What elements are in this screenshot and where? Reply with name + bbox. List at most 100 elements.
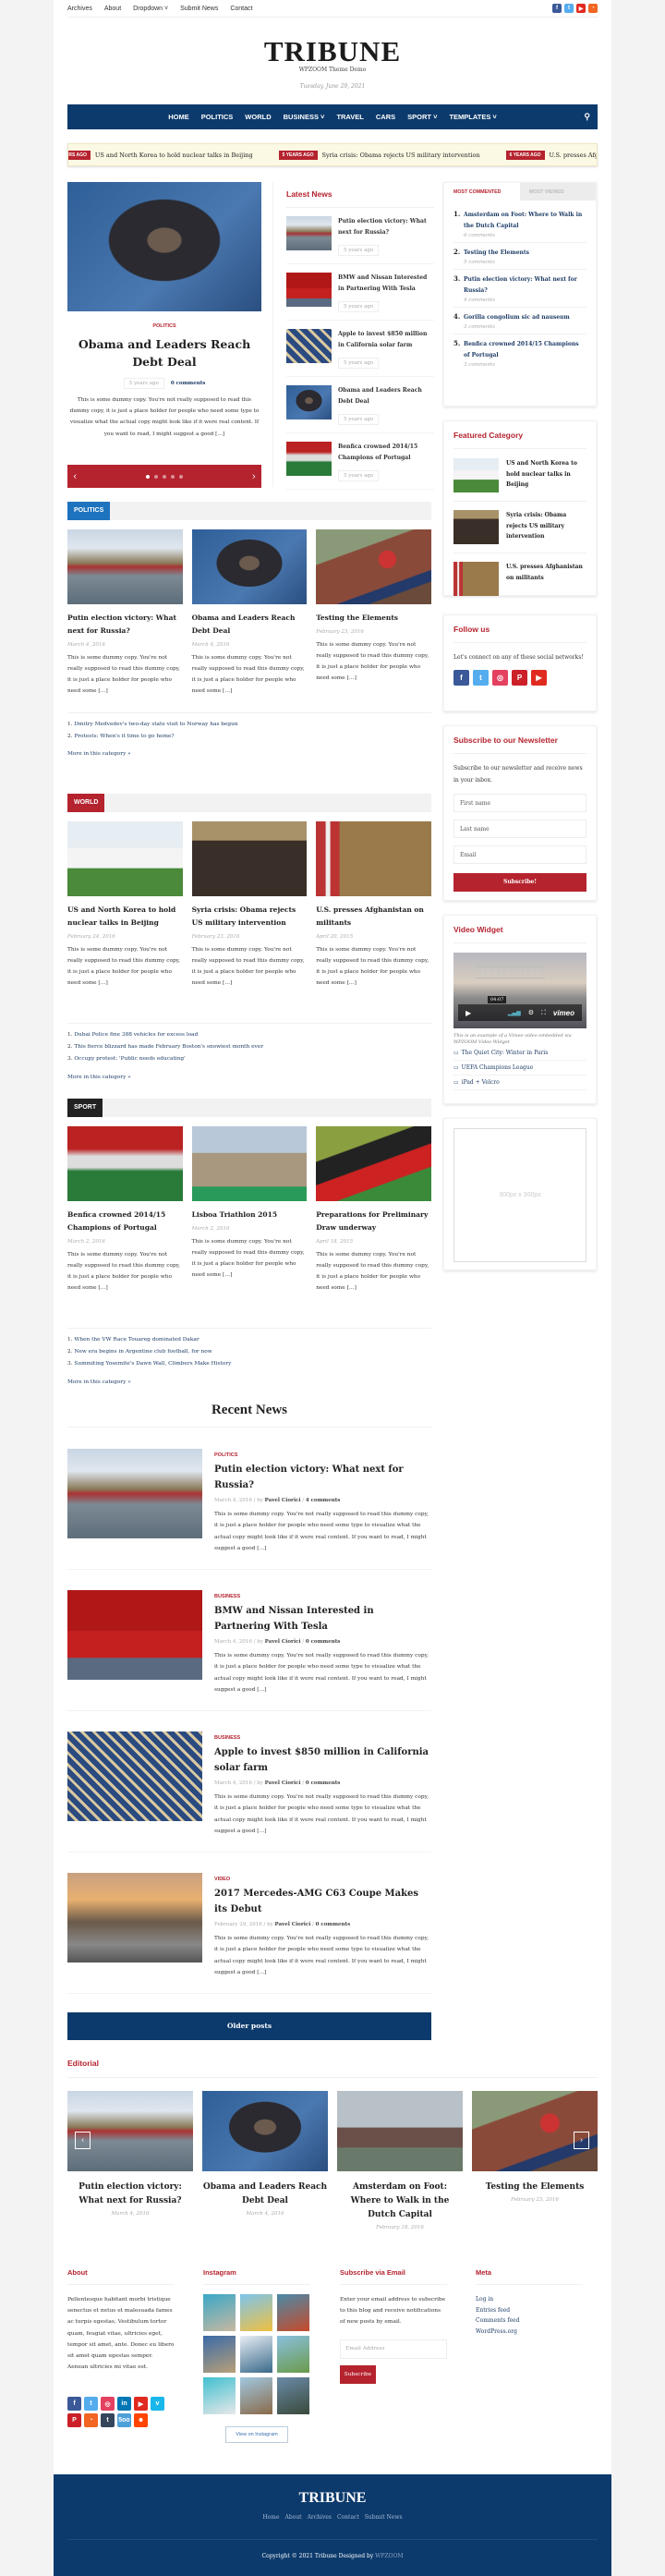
twitter-icon[interactable]: t [84,2397,98,2412]
featured-item-title[interactable]: U.S. presses Afghanistan on militants [506,562,586,596]
search-icon[interactable]: ⚲ [584,112,590,122]
pinterest-icon[interactable]: P [512,669,527,686]
slider-prev-icon[interactable]: ‹ [73,470,77,482]
card-title[interactable]: Lisboa Triathlon 2015 [192,1209,308,1221]
section-list-item[interactable]: 1. Dubai Police fine 388 vehicles for ex… [67,1029,431,1041]
featured-thumb[interactable] [453,458,499,492]
section-list-item[interactable]: 3. Summiting Yosemite's Dawn Wall, Climb… [67,1358,431,1370]
tab-most-viewed[interactable]: MOST VIEWED [520,183,596,200]
list-link[interactable]: Summiting Yosemite's Dawn Wall, Climbers… [74,1361,231,1367]
latest-news-thumb[interactable] [286,442,332,476]
view-on-instagram-button[interactable]: View on Instagram [225,2426,288,2443]
rss-icon[interactable]: ◔ [588,4,598,13]
latest-news-item-title[interactable]: BMW and Nissan Interested in Partnering … [338,273,434,294]
tumblr-icon[interactable]: t [101,2413,115,2428]
card-image[interactable] [316,1126,431,1201]
instagram-icon[interactable]: ◎ [492,669,508,686]
featured-item[interactable]: Syria crisis: Obama rejects US military … [453,510,586,553]
editorial-image[interactable] [337,2091,463,2171]
instagram-photo[interactable] [277,2336,309,2373]
instagram-icon[interactable]: ◎ [101,2397,115,2412]
instagram-photo[interactable] [277,2377,309,2414]
recent-post-comments[interactable]: 4 comments [306,1498,341,1503]
top-nav-item[interactable]: Dropdown ˅ [133,6,168,12]
recent-post-image[interactable] [67,1449,202,1538]
instagram-photo[interactable] [240,2336,272,2373]
top-nav-item[interactable]: Archives [67,6,92,12]
item-title[interactable]: Amsterdam on Foot: Where to Walk in the … [464,210,586,232]
card-image[interactable] [191,1126,308,1201]
slider-next-icon[interactable]: › [252,470,256,482]
recent-post-comments[interactable]: 0 comments [316,1922,351,1927]
facebook-icon[interactable]: f [552,4,562,13]
slider-dot[interactable] [146,474,150,479]
twitter-icon[interactable]: t [473,669,489,686]
pinterest-icon[interactable]: P [67,2413,81,2428]
designer-link[interactable]: WPZOOM [375,2553,403,2559]
card-image[interactable] [191,821,308,896]
editorial-image[interactable] [202,2091,328,2171]
last-name-input[interactable]: Last name [453,820,586,838]
video-player[interactable]: QUILT CITY 04:07 ▶ ▂▄▆ ⚙ ⛶ vimeo [453,953,586,1028]
rss-icon[interactable]: ◔ [84,2413,98,2428]
facebook-icon[interactable]: f [453,669,469,686]
recent-post-category[interactable]: BUSINESS [214,1735,431,1741]
latest-news-item[interactable]: Benfica crowned 2014/15 Champions of Por… [286,433,434,490]
featured-thumb[interactable] [453,562,499,596]
item-title[interactable]: Putin election victory: What next for Ru… [464,274,586,297]
linkedin-icon[interactable]: in [117,2397,131,2412]
twitter-icon[interactable]: t [564,4,574,13]
latest-news-item[interactable]: BMW and Nissan Interested in Partnering … [286,264,434,321]
meta-link[interactable]: Entries feed [476,2305,583,2316]
recent-post-title[interactable]: 2017 Mercedes-AMG C63 Coupe Makes its De… [214,1886,431,1917]
recent-post-author[interactable]: Pavel Ciorici [265,1639,301,1645]
card-image[interactable] [67,1126,183,1201]
footer-logo[interactable]: TRIBUNE [54,2490,611,2507]
video-link-title[interactable]: iPad + Velcro [462,1079,500,1086]
card-title[interactable]: US and North Korea to hold nuclear talks… [67,904,183,930]
section-list-item[interactable]: 2. Protests: When's it time to go home? [67,731,431,743]
instagram-photo[interactable] [203,2336,236,2373]
recent-post-category[interactable]: VIDEO [214,1877,431,1882]
card-image[interactable] [316,529,431,604]
subscribe-button[interactable]: Subscribe! [453,873,586,892]
editorial-item-title[interactable]: Obama and Leaders Reach Debt Deal [202,2181,328,2208]
slider-dot[interactable] [163,474,166,479]
section-list-item[interactable]: 2. This fierce blizzard has made Februar… [67,1041,431,1053]
card-image[interactable] [67,529,183,604]
latest-news-thumb[interactable] [286,385,332,419]
slide-category[interactable]: POLITICS [67,323,261,329]
instagram-photo[interactable] [277,2294,309,2331]
youtube-icon[interactable]: ▶ [576,4,586,13]
play-icon[interactable]: ▶ [466,1009,471,1017]
nav-item[interactable]: TEMPLATES ˅ [449,113,496,121]
card-title[interactable]: Testing the Elements [316,612,431,625]
youtube-icon[interactable]: ▶ [134,2397,148,2412]
recent-post-comments[interactable]: 0 comments [306,1639,341,1645]
list-link[interactable]: Dubai Police fine 388 vehicles for exces… [74,1032,198,1038]
500px-icon[interactable]: 5oo [117,2413,131,2428]
list-link[interactable]: Occupy protest: 'Public needs educating' [74,1056,185,1062]
editorial-prev-icon[interactable]: ‹ [75,2132,91,2149]
most-commented-item[interactable]: 2. Testing the Elements 5 comments [453,243,586,270]
item-title[interactable]: Testing the Elements [464,248,529,259]
featured-item[interactable]: US and North Korea to hold nuclear talks… [453,458,586,502]
recent-post-image[interactable] [67,1732,202,1821]
top-nav-item[interactable]: Submit News [180,6,218,12]
instagram-photo[interactable] [203,2377,236,2414]
recent-post-image[interactable] [67,1590,202,1680]
facebook-icon[interactable]: f [67,2397,81,2412]
editorial-item-title[interactable]: Putin election victory: What next for Ru… [67,2181,193,2208]
card-title[interactable]: Obama and Leaders Reach Debt Deal [192,612,308,638]
featured-thumb[interactable] [453,510,499,544]
nav-item[interactable]: TRAVEL [336,113,363,121]
site-logo[interactable]: TRIBUNE [54,35,611,68]
card-title[interactable]: U.S. presses Afghanistan on militants [316,904,431,930]
list-link[interactable]: New era begins in Argentine club footbal… [74,1349,212,1355]
nav-item[interactable]: CARS [376,113,395,121]
top-nav-item[interactable]: About [104,6,121,12]
section-list-item[interactable]: 3. Occupy protest: 'Public needs educati… [67,1053,431,1065]
nav-item[interactable]: HOME [168,113,189,121]
latest-news-item[interactable]: Obama and Leaders Reach Debt Deal 5 years… [286,377,434,433]
section-list-item[interactable]: 1. Dmitry Medvedev's two-day state visit… [67,719,431,731]
